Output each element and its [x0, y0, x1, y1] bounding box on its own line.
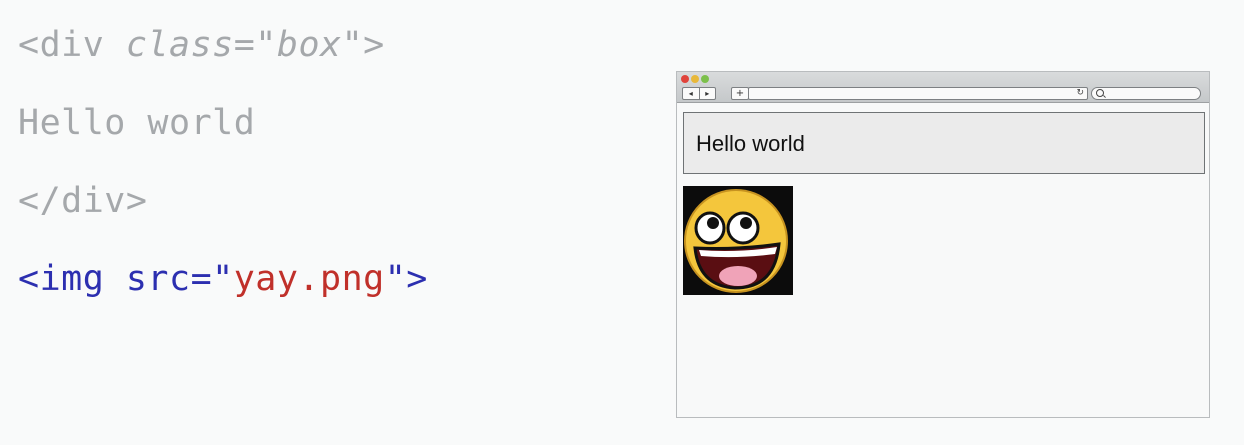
code-line-div-open: <div class="box"> — [18, 25, 385, 65]
code-img-close: "> — [384, 259, 428, 299]
minimize-window-icon[interactable] — [691, 75, 699, 83]
back-button[interactable]: ◂ — [683, 88, 699, 99]
code-line-text: Hello world — [18, 103, 256, 143]
smiley-face-icon — [684, 189, 788, 293]
close-window-icon[interactable] — [681, 75, 689, 83]
reload-icon[interactable]: ↻ — [1076, 87, 1084, 99]
code-attribute-value: box — [276, 25, 342, 65]
browser-toolbar: ◂ ▸ + ↻ — [677, 72, 1209, 103]
search-icon — [1096, 89, 1104, 97]
navigation-buttons: ◂ ▸ — [682, 87, 716, 100]
browser-window: ◂ ▸ + ↻ Hello world — [676, 71, 1210, 418]
code-line-img: <img src="yay.png"> — [18, 259, 428, 299]
address-bar[interactable]: ↻ — [748, 87, 1088, 100]
zoom-window-icon[interactable] — [701, 75, 709, 83]
code-tag-close: "> — [341, 25, 385, 65]
code-line-div-close: </div> — [18, 181, 148, 221]
search-field[interactable] — [1091, 87, 1201, 100]
forward-button[interactable]: ▸ — [698, 88, 716, 99]
rendered-div-box: Hello world — [683, 112, 1205, 174]
code-equals: =" — [233, 25, 277, 65]
code-img-open: <img src=" — [18, 259, 234, 299]
rendered-image — [683, 186, 793, 295]
code-img-src: yay.png — [233, 259, 385, 299]
code-attribute: class — [125, 25, 234, 65]
new-tab-button[interactable]: + — [731, 87, 749, 100]
code-tag-open: <div — [18, 25, 126, 65]
